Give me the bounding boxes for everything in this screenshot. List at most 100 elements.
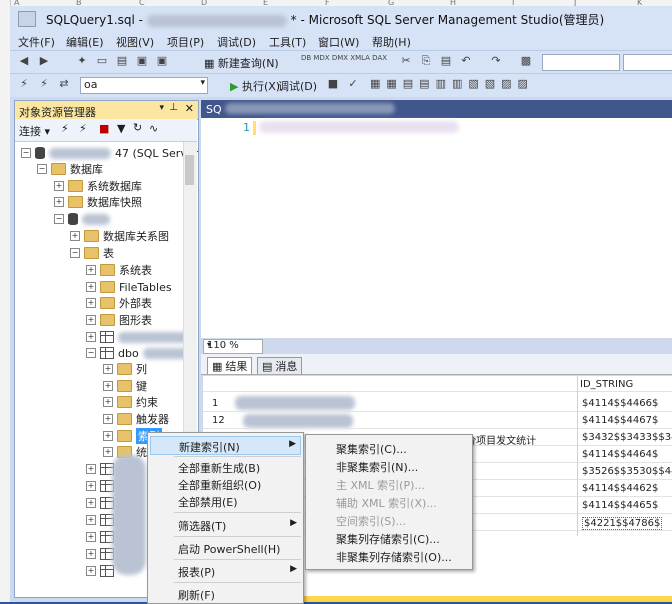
tree-node-triggers[interactable]: + 触发器: [103, 411, 169, 427]
tree-node-graph-tables[interactable]: + 图形表: [86, 312, 152, 328]
expand-icon[interactable]: +: [86, 315, 96, 325]
menu-window[interactable]: 窗口(W): [318, 34, 359, 50]
solution-icon[interactable]: ▩: [518, 54, 534, 69]
tree-node-table-dbo[interactable]: − dbo: [86, 345, 195, 361]
connect-dropdown[interactable]: 连接 ▾: [19, 123, 50, 139]
expand-icon[interactable]: +: [86, 566, 96, 576]
new-query-button[interactable]: ▦ 新建查询(N): [204, 55, 279, 71]
expand-icon[interactable]: +: [86, 549, 96, 559]
tree-node-columns[interactable]: + 列: [103, 361, 147, 377]
expand-icon[interactable]: +: [54, 181, 64, 191]
menu-tools[interactable]: 工具(T): [269, 34, 306, 50]
back-icon[interactable]: ◀: [16, 54, 32, 69]
database-select[interactable]: oa ▾: [80, 77, 208, 94]
menu-view[interactable]: 视图(V): [116, 34, 154, 50]
platform-combo[interactable]: [623, 54, 672, 71]
collapse-icon[interactable]: −: [86, 348, 96, 358]
expand-icon[interactable]: +: [54, 197, 64, 207]
menu-help[interactable]: 帮助(H): [372, 34, 411, 50]
dropdown-icon[interactable]: ▾: [159, 103, 164, 113]
disconnect-icon[interactable]: ⚡: [36, 77, 52, 92]
expand-icon[interactable]: +: [86, 332, 96, 342]
pin-icon[interactable]: ⊥: [169, 102, 178, 113]
menu-file[interactable]: 文件(F): [18, 34, 55, 50]
submenu-item-clustered-index[interactable]: 聚集索引(C)...: [308, 439, 470, 456]
paste-icon[interactable]: ▤: [438, 54, 454, 69]
debug-button[interactable]: 调试(D): [278, 78, 317, 94]
tree-node-table[interactable]: +: [86, 563, 114, 579]
expand-icon[interactable]: +: [86, 464, 96, 474]
query-type-icons[interactable]: DB MDX DMX XMLA DAX: [300, 54, 388, 69]
connect-object-icon[interactable]: ⚡: [61, 122, 69, 135]
new-project-icon[interactable]: ✦: [74, 54, 90, 69]
expand-icon[interactable]: +: [86, 498, 96, 508]
menu-item-new-index[interactable]: 新建索引(N) ▶: [150, 436, 301, 455]
collapse-icon[interactable]: −: [70, 248, 80, 258]
expand-icon[interactable]: +: [86, 265, 96, 275]
add-item-icon[interactable]: ▭: [94, 54, 110, 69]
stop-icon[interactable]: ■: [325, 77, 341, 92]
execute-button[interactable]: ▶ 执行(X): [230, 78, 280, 94]
expand-icon[interactable]: +: [86, 532, 96, 542]
tree-node-databases[interactable]: − 数据库: [37, 161, 103, 177]
cut-icon[interactable]: ✂: [398, 54, 414, 69]
tree-node-table[interactable]: +: [86, 461, 114, 477]
menu-debug[interactable]: 调试(D): [217, 34, 256, 50]
tab-messages[interactable]: ▤ 消息: [257, 357, 303, 374]
tree-node-table[interactable]: +: [86, 529, 114, 545]
tree-node-constraints[interactable]: + 约束: [103, 394, 158, 410]
redo-icon[interactable]: ↷: [488, 54, 504, 69]
expand-icon[interactable]: +: [86, 282, 96, 292]
activity-monitor-icon[interactable]: ∿: [149, 122, 158, 135]
tree-node-database-oa[interactable]: −: [54, 211, 110, 227]
tree-node-table[interactable]: +: [86, 512, 114, 528]
submenu-item-nonclustered-columnstore[interactable]: 非聚集列存储索引(O)...: [308, 547, 470, 564]
tree-node-system-tables[interactable]: + 系统表: [86, 262, 152, 278]
menu-item-reports[interactable]: 报表(P) ▶: [150, 562, 301, 579]
solution-config-combo[interactable]: [542, 54, 620, 71]
menu-item-refresh[interactable]: 刷新(F): [150, 585, 301, 602]
connect-icon[interactable]: ⚡: [16, 77, 32, 92]
open-file-icon[interactable]: ▤: [114, 54, 130, 69]
tree-node-table[interactable]: +: [86, 546, 114, 562]
menu-item-filter[interactable]: 筛选器(T) ▶: [150, 516, 301, 533]
tree-node-external-tables[interactable]: + 外部表: [86, 295, 152, 311]
forward-icon[interactable]: ▶: [36, 54, 52, 69]
expand-icon[interactable]: +: [103, 364, 113, 374]
expand-icon[interactable]: +: [86, 481, 96, 491]
expand-icon[interactable]: +: [103, 447, 113, 457]
collapse-icon[interactable]: −: [21, 148, 31, 158]
stop-icon[interactable]: ■: [99, 122, 109, 135]
query-option-icons[interactable]: ▦▦▤▤▥▥▧▧▨▨: [370, 77, 620, 92]
menu-edit[interactable]: 编辑(E): [66, 34, 104, 50]
undo-icon[interactable]: ↶: [458, 54, 474, 69]
save-icon[interactable]: ▣: [134, 54, 150, 69]
menu-item-reorganize-all[interactable]: 全部重新组织(O): [150, 475, 301, 492]
tab-results[interactable]: ▦ 结果: [207, 357, 253, 374]
sql-editor[interactable]: 1: [201, 118, 672, 338]
submenu-item-clustered-columnstore[interactable]: 聚集列存储索引(C)...: [308, 529, 470, 546]
menu-item-disable-all[interactable]: 全部禁用(E): [150, 492, 301, 509]
tree-node-system-databases[interactable]: + 系统数据库: [54, 178, 142, 194]
menu-project[interactable]: 项目(P): [167, 34, 204, 50]
menu-item-powershell[interactable]: 启动 PowerShell(H): [150, 539, 301, 556]
zoom-select[interactable]: 110 % ▾: [203, 339, 263, 354]
menu-item-rebuild-all[interactable]: 全部重新生成(B): [150, 458, 301, 475]
expand-icon[interactable]: +: [103, 431, 113, 441]
tree-node-table[interactable]: +: [86, 495, 114, 511]
expand-icon[interactable]: +: [103, 397, 113, 407]
disconnect-object-icon[interactable]: ⚡: [79, 122, 87, 135]
scrollbar-thumb[interactable]: [185, 155, 194, 185]
copy-icon[interactable]: ⎘: [418, 54, 434, 69]
collapse-icon[interactable]: −: [54, 214, 64, 224]
close-icon[interactable]: ✕: [185, 102, 194, 115]
filter-icon[interactable]: ▼: [117, 122, 125, 135]
tree-node-table[interactable]: +: [86, 478, 114, 494]
expand-icon[interactable]: +: [86, 515, 96, 525]
save-all-icon[interactable]: ▣: [154, 54, 170, 69]
parse-icon[interactable]: ✓: [345, 77, 361, 92]
collapse-icon[interactable]: −: [37, 164, 47, 174]
query-tab-label[interactable]: SQ: [206, 103, 222, 116]
submenu-item-nonclustered-index[interactable]: 非聚集索引(N)...: [308, 457, 470, 474]
tree-node-diagrams[interactable]: + 数据库关系图: [70, 228, 169, 244]
